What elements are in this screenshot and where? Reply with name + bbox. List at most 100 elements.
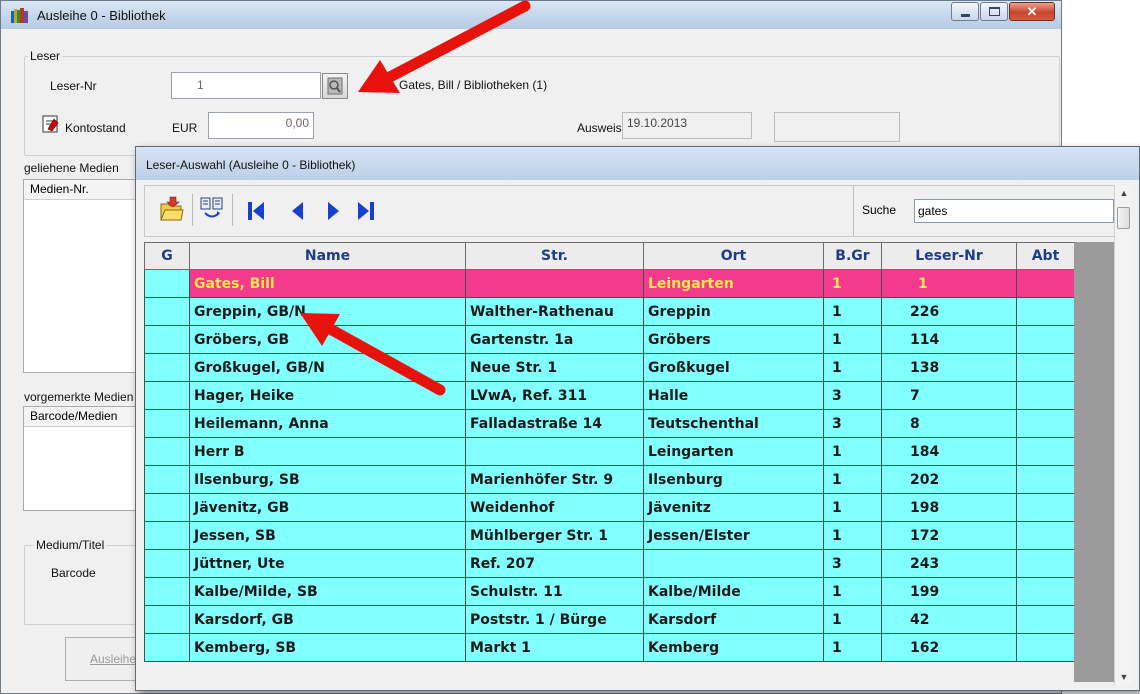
- reader-lookup-button[interactable]: [322, 73, 348, 99]
- cell-abt: [1016, 549, 1075, 578]
- cell-leser-nr: 226: [881, 297, 1017, 326]
- column-header-g[interactable]: G: [144, 242, 190, 270]
- cell-abt: [1016, 633, 1075, 662]
- table-row[interactable]: Großkugel, GB/N Neue Str. 1 Großkugel 1 138: [144, 353, 1075, 382]
- table-row[interactable]: Karsdorf, GB Poststr. 1 / Bürge Karsdorf 1 4…: [144, 605, 1075, 634]
- reader-name-display: Gates, Bill / Bibliotheken (1): [399, 78, 548, 92]
- next-record-icon[interactable]: [322, 200, 344, 222]
- leser-group-legend: Leser: [28, 49, 63, 63]
- column-header-name[interactable]: Name: [189, 242, 466, 270]
- column-header-str[interactable]: Str.: [465, 242, 644, 270]
- cell-bgr: 1: [823, 521, 882, 550]
- vorgemerkte-medien-label: vorgemerkte Medien: [24, 390, 134, 404]
- balance-field[interactable]: 0,00: [208, 112, 314, 139]
- cell-abt: [1016, 297, 1075, 326]
- refresh-list-icon[interactable]: [199, 195, 225, 223]
- vertical-scrollbar[interactable]: ▲ ▼: [1114, 185, 1132, 685]
- account-sheet-icon[interactable]: [42, 115, 62, 133]
- cell-name: Kemberg, SB: [189, 633, 466, 662]
- cell-str: Neue Str. 1: [465, 353, 644, 382]
- cell-g: [144, 297, 190, 326]
- cell-g: [144, 521, 190, 550]
- cell-g: [144, 353, 190, 382]
- cell-bgr: 1: [823, 577, 882, 606]
- cell-leser-nr: 8: [881, 409, 1017, 438]
- currency-label: EUR: [172, 121, 198, 135]
- cell-leser-nr: 7: [881, 381, 1017, 410]
- cell-abt: [1016, 521, 1075, 550]
- table-row[interactable]: Gröbers, GB Gartenstr. 1a Gröbers 1 114: [144, 325, 1075, 354]
- table-row[interactable]: Herr B Leingarten 1 184: [144, 437, 1075, 466]
- table-row[interactable]: Jessen, SB Mühlberger Str. 1 Jessen/Elster…: [144, 521, 1075, 550]
- dialog-title-bar[interactable]: Leser-Auswahl (Ausleihe 0 - Bibliothek): [136, 147, 1139, 180]
- cell-abt: [1016, 325, 1075, 354]
- main-window-title: Ausleihe 0 - Bibliothek: [37, 8, 166, 23]
- table-row[interactable]: Kalbe/Milde, SB Schulstr. 11 Kalbe/Milde 1 1…: [144, 577, 1075, 606]
- cell-str: [465, 437, 644, 466]
- table-row[interactable]: Jüttner, Ute Ref. 207 3 243: [144, 549, 1075, 578]
- last-record-icon[interactable]: [355, 200, 377, 222]
- toolbar-separator: [232, 194, 233, 226]
- table-row[interactable]: Hager, Heike LVwA, Ref. 311 Halle 3 7: [144, 381, 1075, 410]
- cell-g: [144, 465, 190, 494]
- cell-leser-nr: 243: [881, 549, 1017, 578]
- medien-nr-header[interactable]: Medien-Nr.: [24, 180, 142, 200]
- ausweis-label: Ausweis: [577, 121, 622, 135]
- table-row[interactable]: Ilsenburg, SB Marienhöfer Str. 9 Ilsenburg…: [144, 465, 1075, 494]
- table-row[interactable]: Heilemann, Anna Falladastraße 14 Teutschen…: [144, 409, 1075, 438]
- cell-leser-nr: 114: [881, 325, 1017, 354]
- cell-leser-nr: 172: [881, 521, 1017, 550]
- cell-name: Heilemann, Anna: [189, 409, 466, 438]
- cell-leser-nr: 184: [881, 437, 1017, 466]
- cell-ort: Großkugel: [643, 353, 824, 382]
- previous-record-icon[interactable]: [287, 200, 309, 222]
- cell-name: Kalbe/Milde, SB: [189, 577, 466, 606]
- column-header-leser-nr[interactable]: Leser-Nr: [881, 242, 1017, 270]
- library-books-icon: [11, 8, 29, 23]
- cell-str: Schulstr. 11: [465, 577, 644, 606]
- leser-nr-field[interactable]: 1: [171, 72, 321, 99]
- column-header-ort[interactable]: Ort: [643, 242, 824, 270]
- column-header-bgr[interactable]: B.Gr: [823, 242, 882, 270]
- cell-str: [465, 269, 644, 298]
- table-row[interactable]: Jävenitz, GB Weidenhof Jävenitz 1 198: [144, 493, 1075, 522]
- open-folder-icon[interactable]: [158, 195, 184, 223]
- minimize-button[interactable]: [951, 2, 979, 21]
- cell-leser-nr: 42: [881, 605, 1017, 634]
- cell-bgr: 1: [823, 465, 882, 494]
- cell-str: LVwA, Ref. 311: [465, 381, 644, 410]
- table-row[interactable]: Kemberg, SB Markt 1 Kemberg 1 162: [144, 633, 1075, 662]
- cell-name: Karsdorf, GB: [189, 605, 466, 634]
- barcode-medien-header[interactable]: Barcode/Medien: [24, 407, 142, 427]
- close-button[interactable]: ✕: [1009, 2, 1055, 21]
- cell-bgr: 1: [823, 325, 882, 354]
- first-record-icon[interactable]: [245, 200, 267, 222]
- cell-g: [144, 633, 190, 662]
- scroll-thumb[interactable]: [1117, 207, 1130, 229]
- leser-nr-label: Leser-Nr: [50, 79, 97, 93]
- column-header-abt[interactable]: Abt: [1016, 242, 1075, 270]
- scroll-down-icon[interactable]: ▼: [1115, 669, 1133, 685]
- table-header-row: G Name Str. Ort B.Gr Leser-Nr Abt: [144, 242, 1075, 270]
- search-input[interactable]: [914, 199, 1114, 223]
- main-title-bar[interactable]: Ausleihe 0 - Bibliothek ✕: [1, 1, 1061, 29]
- cell-abt: [1016, 437, 1075, 466]
- cell-ort: Ilsenburg: [643, 465, 824, 494]
- table-row[interactable]: Gates, Bill Leingarten 1 1: [144, 269, 1075, 298]
- cell-g: [144, 605, 190, 634]
- cell-leser-nr: 198: [881, 493, 1017, 522]
- cell-name: Jessen, SB: [189, 521, 466, 550]
- cell-bgr: 1: [823, 493, 882, 522]
- cell-abt: [1016, 269, 1075, 298]
- table-row[interactable]: Greppin, GB/N Walther-Rathenau Greppin 1 226: [144, 297, 1075, 326]
- geliehene-medien-list[interactable]: Medien-Nr.: [23, 179, 143, 373]
- leser-table: G Name Str. Ort B.Gr Leser-Nr Abt Gates,…: [144, 242, 1075, 662]
- vorgemerkte-medien-list[interactable]: Barcode/Medien: [23, 406, 143, 511]
- cell-str: Walther-Rathenau: [465, 297, 644, 326]
- cell-str: Mühlberger Str. 1: [465, 521, 644, 550]
- maximize-button[interactable]: [980, 2, 1008, 21]
- cell-ort: Teutschenthal: [643, 409, 824, 438]
- cell-leser-nr: 162: [881, 633, 1017, 662]
- scroll-up-icon[interactable]: ▲: [1115, 185, 1133, 201]
- cell-ort: Leingarten: [643, 437, 824, 466]
